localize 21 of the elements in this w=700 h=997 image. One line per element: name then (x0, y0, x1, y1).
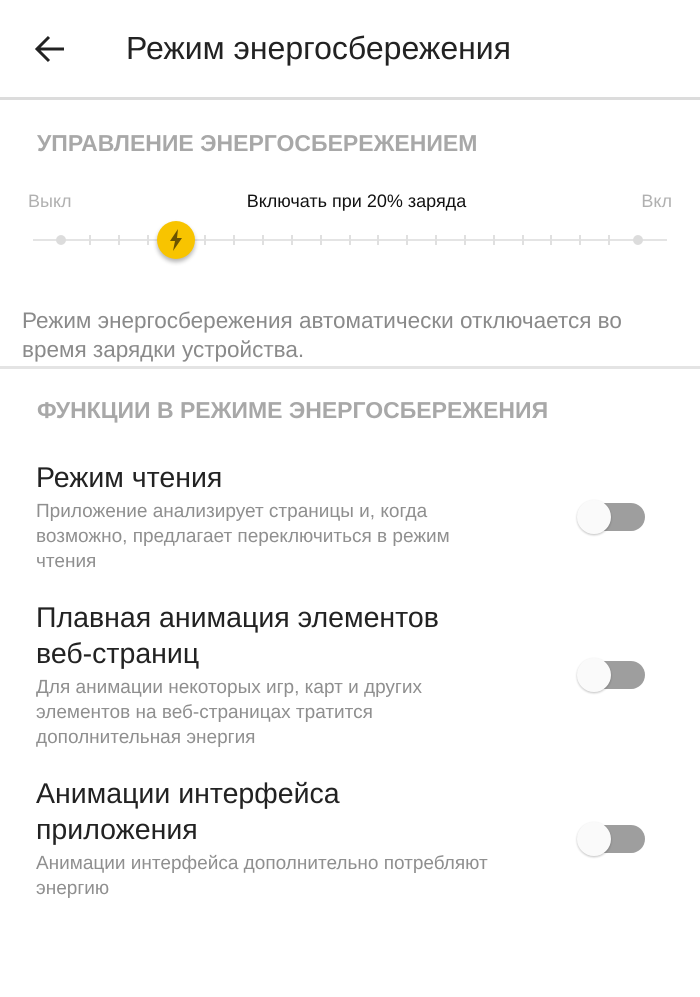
setting-description: Для анимации некоторых игр, карт и других элементов на веб-страницах тратится дополнительная энергия (36, 676, 423, 750)
slider-end-dot (56, 235, 66, 245)
setting-description: Анимации интерфейса дополнительно потребляют энергию (36, 852, 489, 901)
back-arrow-icon[interactable] (34, 34, 66, 62)
slider-end-dot (633, 235, 643, 245)
slider-thumb[interactable] (157, 221, 196, 259)
toggle-switch[interactable] (577, 820, 645, 856)
toggle-switch[interactable] (577, 657, 645, 693)
section-heading: УПРАВЛЕНИЕ ЭНЕРГОСБЕРЕЖЕНИЕМ (37, 130, 478, 157)
min-label: Выкл (28, 191, 72, 212)
toggle-switch[interactable] (577, 499, 645, 535)
setting-title: Режим чтения (36, 461, 224, 496)
setting-title: Плавная анимация элементов веб-страниц (36, 601, 440, 672)
lightning-icon (169, 229, 184, 251)
section-heading: ФУНКЦИИ В РЕЖИМЕ ЭНЕРГОСБЕРЕЖЕНИЯ (37, 397, 550, 424)
max-label: Вкл (641, 191, 672, 212)
note-text: Режим энергосбережения автоматически отключается во время зарядки устройства. (22, 307, 623, 364)
setting-description: Приложение анализирует страницы и, когда возможно, предлагает переключиться в режим чтения (36, 500, 451, 574)
page-title: Режим энергосбережения (126, 30, 511, 67)
slider-caption: Включать при 20% заряда (246, 191, 466, 212)
setting-title: Анимации интерфейса приложения (36, 777, 341, 848)
